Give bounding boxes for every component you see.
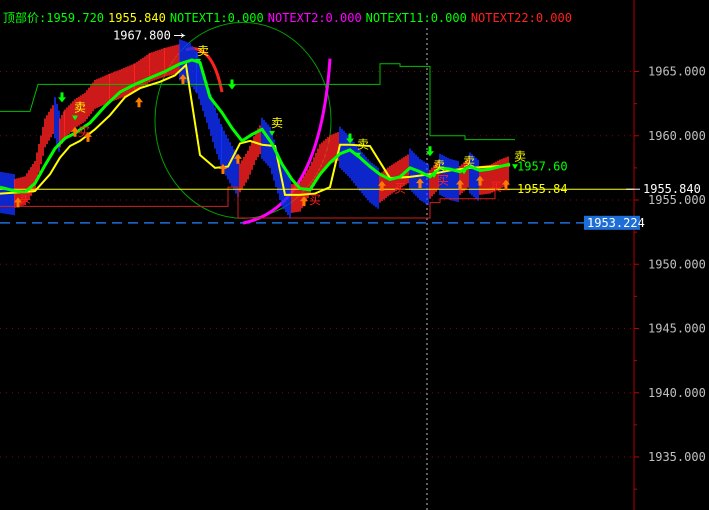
buy-signal-2: 买: [309, 193, 321, 207]
reference-price-label: 1955.840: [643, 182, 701, 196]
sell-signal-3: 卖: [357, 138, 369, 152]
sell-signal-5: 卖: [463, 154, 475, 168]
price-chart[interactable]: 卖卖卖卖卖卖卖买买买买买 买1967.8001957.601955.84 1965…: [0, 0, 709, 510]
y-tick-label-5: 1940.000: [648, 386, 706, 400]
inline-label-0: 1957.60: [517, 160, 568, 174]
y-tick-label-1: 1960.000: [648, 129, 706, 143]
y-tick-label-3: 1950.000: [648, 257, 706, 271]
sell-signal-4: 卖: [433, 158, 445, 172]
y-axis: 1965.0001960.0001955.0001950.0001945.000…: [584, 0, 706, 510]
buy-signal-4: 买: [437, 174, 449, 188]
y-tick-label-0: 1965.000: [648, 65, 706, 79]
buy-signal-3: 买: [394, 181, 406, 195]
peak-arrow: [174, 33, 186, 38]
peak-label: 1967.800: [113, 29, 171, 43]
down-arrow-1: [228, 79, 236, 90]
inline-label-1: 1955.84: [517, 182, 568, 196]
y-tick-label-4: 1945.000: [648, 322, 706, 336]
buy-signal-5: 买: [490, 180, 502, 194]
down-arrow-0: [58, 92, 66, 103]
current-price-label: 1953.224: [587, 216, 645, 230]
buy-signal-0: 买: [19, 192, 31, 206]
y-tick-label-6: 1935.000: [648, 450, 706, 464]
sell-signal-0: 卖: [74, 100, 86, 114]
up-arrow-3: [135, 97, 143, 108]
sell-signal-2: 卖: [271, 116, 283, 130]
sell-signal-1: 卖: [197, 44, 209, 58]
